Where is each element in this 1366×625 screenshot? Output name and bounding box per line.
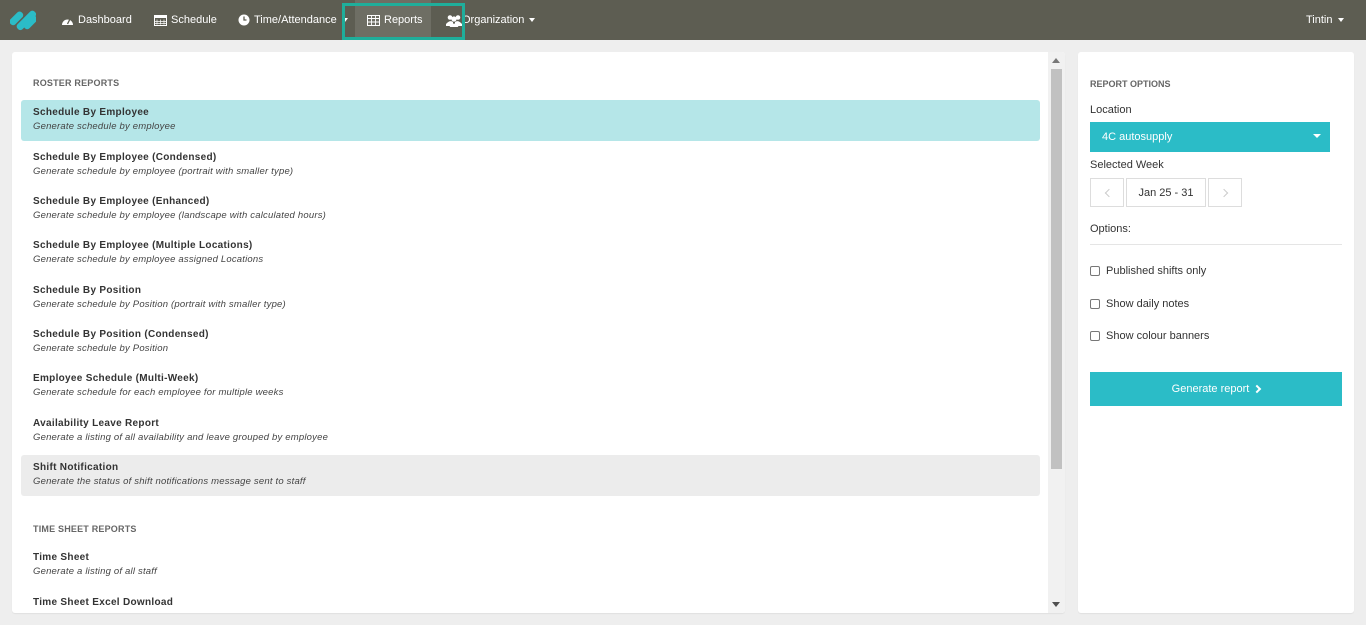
nav-organization-label: Organization: [462, 14, 525, 26]
calendar-icon: [154, 14, 167, 26]
report-item-schedule-by-employee[interactable]: Schedule By Employee Generate schedule b…: [21, 100, 1040, 141]
nav-schedule-label: Schedule: [171, 14, 217, 26]
user-menu[interactable]: Tintin: [1306, 0, 1344, 40]
report-description: Generate schedule by employee (landscape…: [33, 210, 327, 221]
chevron-down-icon: [341, 18, 348, 22]
report-description: Generate a listing of all staff: [33, 566, 157, 577]
report-item-shift-notification[interactable]: Shift Notification Generate the status o…: [21, 455, 1040, 496]
nav-reports-label: Reports: [384, 14, 423, 26]
report-description: Generate schedule by employee assigned L…: [33, 254, 264, 265]
report-item-schedule-by-position-condensed[interactable]: Schedule By Position (Condensed) Generat…: [21, 322, 1040, 363]
nav-reports[interactable]: Reports: [355, 0, 431, 40]
report-title: Availability Leave Report: [33, 418, 160, 429]
options-label: Options:: [1090, 223, 1131, 235]
report-item-availability-leave-report[interactable]: Availability Leave Report Generate a lis…: [21, 411, 1040, 452]
report-title: Time Sheet Excel Download: [33, 597, 174, 608]
chevron-down-icon: [1313, 134, 1321, 138]
report-description: Generate the status of shift notificatio…: [33, 476, 306, 487]
generate-report-label: Generate report: [1171, 383, 1250, 395]
nav-organization[interactable]: Organization: [446, 0, 536, 40]
show-daily-notes-checkbox[interactable]: [1090, 299, 1100, 309]
show-daily-notes-option[interactable]: Show daily notes: [1090, 298, 1189, 310]
report-title: Schedule By Employee (Condensed): [33, 152, 217, 163]
report-description: Generate schedule by employee (portrait …: [33, 166, 294, 177]
report-item-time-sheet-excel-download[interactable]: Time Sheet Excel Download: [21, 590, 1040, 613]
published-shifts-only-checkbox[interactable]: [1090, 266, 1100, 276]
report-item-schedule-by-employee-condensed[interactable]: Schedule By Employee (Condensed) Generat…: [21, 145, 1040, 186]
report-description: Generate schedule by Position: [33, 343, 169, 354]
chevron-right-icon: [1253, 384, 1262, 394]
report-description: Generate a listing of all availability a…: [33, 432, 329, 443]
report-item-schedule-by-employee-enhanced[interactable]: Schedule By Employee (Enhanced) Generate…: [21, 189, 1040, 230]
report-title: Shift Notification: [33, 462, 119, 473]
checkbox-label: Published shifts only: [1106, 265, 1207, 277]
report-item-schedule-by-employee-multiple-locations[interactable]: Schedule By Employee (Multiple Locations…: [21, 233, 1040, 274]
checkbox-label: Show daily notes: [1106, 298, 1190, 310]
next-week-button[interactable]: [1208, 178, 1242, 207]
report-item-employee-schedule-multi-week[interactable]: Employee Schedule (Multi-Week) Generate …: [21, 366, 1040, 407]
scrollbar-thumb[interactable]: [1051, 69, 1062, 469]
previous-week-button[interactable]: [1090, 178, 1124, 207]
report-options-heading: REPORT OPTIONS: [1090, 79, 1171, 89]
show-colour-banners-checkbox[interactable]: [1090, 331, 1100, 341]
chevron-left-icon: [1104, 188, 1113, 197]
reports-list: ROSTER REPORTS Schedule By Employee Gene…: [12, 52, 1048, 613]
options-divider: [1090, 244, 1342, 245]
report-description: Generate schedule for each employee for …: [33, 387, 284, 398]
clock-icon: [238, 14, 250, 26]
chevron-right-icon: [1219, 188, 1228, 197]
chevron-down-icon: [1337, 18, 1344, 22]
nav-dashboard-label: Dashboard: [78, 14, 132, 26]
report-title: Employee Schedule (Multi-Week): [33, 373, 199, 384]
scroll-down-arrow-icon[interactable]: [1052, 602, 1060, 607]
report-description: Generate schedule by Position (portrait …: [33, 299, 286, 310]
table-icon: [367, 14, 380, 26]
report-description: Generate schedule by employee: [33, 121, 176, 132]
chevron-down-icon: [529, 18, 536, 22]
location-label: Location: [1090, 104, 1132, 116]
time-sheet-reports-heading: TIME SHEET REPORTS: [33, 524, 137, 534]
dashboard-icon: [61, 15, 74, 26]
selected-week-label: Selected Week: [1090, 159, 1164, 171]
location-value: 4C autosupply: [1102, 131, 1173, 143]
users-icon: [446, 14, 462, 27]
report-title: Schedule By Employee: [33, 107, 150, 118]
app-logo-icon[interactable]: [9, 6, 38, 34]
scroll-up-arrow-icon[interactable]: [1052, 58, 1060, 63]
selected-week-value[interactable]: Jan 25 - 31: [1126, 178, 1206, 207]
report-title: Time Sheet: [33, 552, 90, 563]
reports-scrollbar[interactable]: [1048, 52, 1065, 613]
report-options-panel: REPORT OPTIONS Location 4C autosupply Se…: [1078, 52, 1354, 613]
report-title: Schedule By Employee (Multiple Locations…: [33, 240, 253, 251]
roster-reports-heading: ROSTER REPORTS: [33, 78, 120, 88]
nav-time-attendance-label: Time/Attendance: [254, 14, 337, 26]
report-title: Schedule By Employee (Enhanced): [33, 196, 210, 207]
location-select[interactable]: 4C autosupply: [1090, 122, 1330, 152]
published-shifts-only-option[interactable]: Published shifts only: [1090, 265, 1206, 277]
user-name: Tintin: [1306, 14, 1333, 26]
nav-time-attendance[interactable]: Time/Attendance: [238, 0, 348, 40]
report-title: Schedule By Position (Condensed): [33, 329, 209, 340]
generate-report-button[interactable]: Generate report: [1090, 372, 1342, 406]
nav-dashboard[interactable]: Dashboard: [61, 0, 132, 40]
report-item-time-sheet[interactable]: Time Sheet Generate a listing of all sta…: [21, 545, 1040, 586]
report-title: Schedule By Position: [33, 285, 142, 296]
top-navbar: Dashboard Schedule Time/Attendance Repor…: [0, 0, 1366, 40]
show-colour-banners-option[interactable]: Show colour banners: [1090, 330, 1209, 342]
nav-schedule[interactable]: Schedule: [154, 0, 217, 40]
checkbox-label: Show colour banners: [1106, 330, 1210, 342]
report-item-schedule-by-position[interactable]: Schedule By Position Generate schedule b…: [21, 278, 1040, 319]
reports-list-panel: ROSTER REPORTS Schedule By Employee Gene…: [12, 52, 1065, 613]
